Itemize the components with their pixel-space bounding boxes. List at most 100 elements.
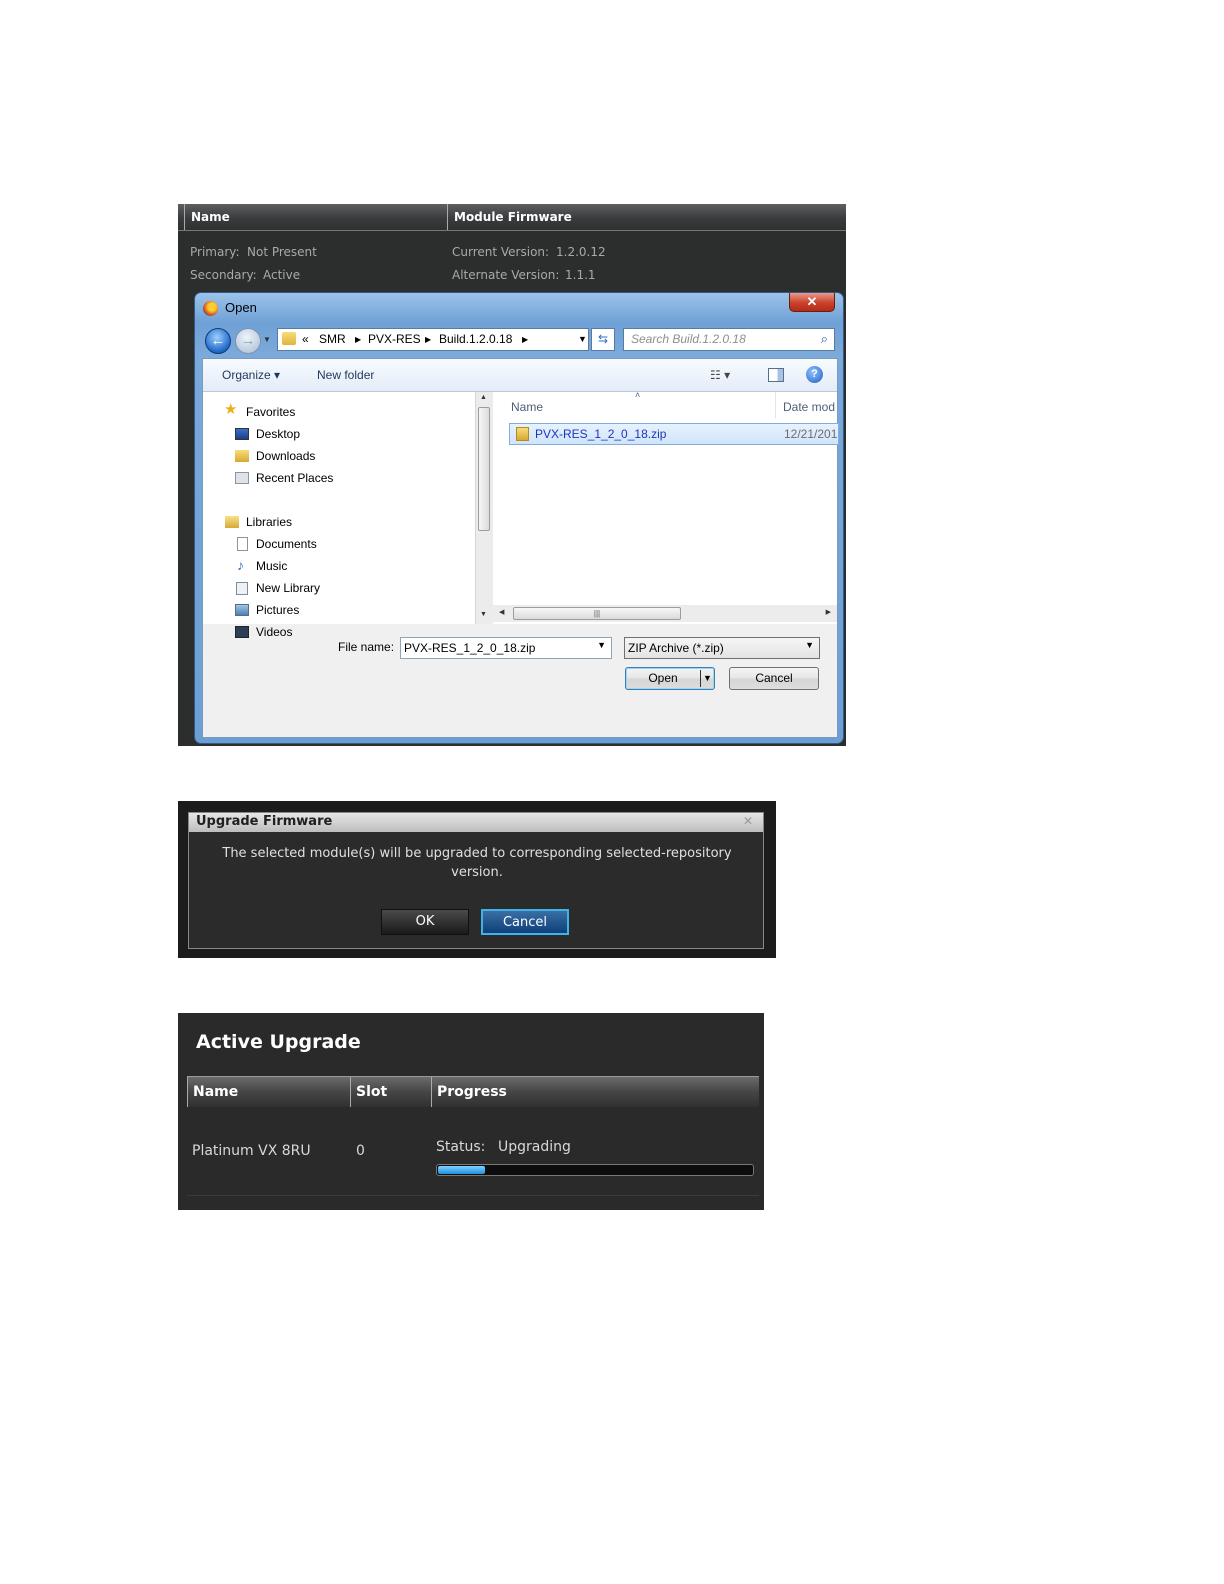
file-name-label: File name:	[338, 640, 395, 654]
address-dropdown-icon[interactable]: ▼	[578, 334, 587, 344]
close-icon[interactable]: ✕	[743, 814, 753, 828]
scrollbar-thumb[interactable]: |||	[513, 607, 681, 620]
favorites-label: Favorites	[246, 405, 296, 419]
column-name[interactable]: Name	[187, 1077, 350, 1107]
upgrade-message: The selected module(s) will be upgraded …	[222, 846, 732, 880]
firefox-icon	[203, 301, 218, 316]
nav-item-label: Videos	[256, 625, 293, 639]
organize-menu[interactable]: Organize ▾	[222, 368, 280, 382]
open-button-label: Open	[648, 671, 678, 685]
cancel-button[interactable]: Cancel	[481, 909, 569, 935]
refresh-button[interactable]: ⇆	[591, 328, 615, 351]
column-header-name[interactable]: Name	[511, 400, 543, 414]
nav-item-label: Desktop	[256, 427, 301, 441]
file-type-value: ZIP Archive (*.zip)	[628, 641, 724, 655]
chevron-down-icon[interactable]: ▼	[805, 640, 814, 650]
active-upgrade-panel: Active Upgrade Name Slot Progress Platin…	[178, 1013, 764, 1210]
nav-item-label: Recent Places	[256, 471, 334, 485]
file-date: 12/21/201	[784, 427, 838, 441]
preview-pane-icon[interactable]	[768, 368, 784, 382]
primary-value: Not Present	[247, 245, 317, 259]
file-type-select[interactable]: ZIP Archive (*.zip) ▼	[624, 637, 820, 659]
primary-label: Primary:	[190, 245, 240, 259]
close-button[interactable]: ✕	[789, 293, 835, 312]
upgrade-progress-bar	[436, 1164, 754, 1176]
column-divider[interactable]	[775, 392, 776, 418]
recent-pages-dropdown-icon[interactable]: ▼	[263, 335, 271, 344]
folder-icon	[282, 332, 296, 345]
chevron-right-icon[interactable]: ▶	[425, 335, 431, 344]
scroll-right-icon[interactable]: ▶	[826, 608, 831, 616]
navigation-pane: ★ Favorites Desktop Downloads Recent Pla…	[203, 392, 475, 624]
module-table-header: Name Module Firmware	[178, 204, 846, 231]
breadcrumb-overflow[interactable]: «	[302, 332, 309, 346]
libraries-icon	[225, 516, 239, 528]
breadcrumb-build[interactable]: Build.1.2.0.18	[439, 332, 512, 346]
dialog-body: Organize ▾ New folder ☷ ▾ ? ★ Favorites …	[202, 358, 839, 738]
forward-button[interactable]: →	[235, 328, 261, 354]
column-progress[interactable]: Progress	[431, 1077, 759, 1107]
open-file-dialog: Open ✕ ← → ▼ « SMR ▶ PVX-RES ▶ Build.1.2…	[194, 292, 844, 744]
dialog-title: Open	[225, 300, 257, 315]
help-icon[interactable]: ?	[806, 366, 823, 383]
file-list-horizontal-scrollbar[interactable]: ◀ ||| ▶	[493, 605, 837, 622]
upgrade-dialog-title: Upgrade Firmware	[196, 814, 333, 829]
star-icon: ★	[224, 401, 238, 418]
open-button[interactable]: Open ▼	[625, 667, 715, 690]
column-name[interactable]: Name	[184, 204, 448, 230]
scroll-down-icon[interactable]: ▼	[480, 611, 487, 618]
recent-places-icon	[235, 472, 249, 484]
new-folder-button[interactable]: New folder	[317, 368, 374, 382]
nav-item-label: Music	[256, 559, 288, 573]
split-divider	[700, 670, 701, 687]
breadcrumb-pvx-res[interactable]: PVX-RES	[368, 332, 421, 346]
slot-value: 0	[356, 1143, 365, 1159]
alternate-version-value: 1.1.1	[565, 268, 596, 282]
search-input[interactable]: Search Build.1.2.0.18 ⌕	[623, 328, 835, 351]
chevron-right-icon[interactable]: ▶	[355, 335, 361, 344]
column-header-date[interactable]: Date mod	[783, 400, 835, 414]
scrollbar-thumb[interactable]	[478, 407, 490, 531]
back-button[interactable]: ←	[205, 328, 231, 354]
music-icon: ♪	[237, 557, 244, 573]
search-placeholder: Search Build.1.2.0.18	[631, 332, 746, 346]
column-module-firmware[interactable]: Module Firmware	[447, 204, 846, 230]
sort-ascending-icon: ˄	[635, 390, 641, 400]
active-upgrade-table-header: Name Slot Progress	[187, 1076, 759, 1107]
chevron-down-icon[interactable]: ▼	[597, 640, 606, 650]
open-options-dropdown-icon[interactable]: ▼	[703, 668, 712, 689]
nav-pane-scrollbar[interactable]: ▲ ▼	[475, 392, 493, 624]
view-options-icon[interactable]: ☷ ▾	[710, 368, 730, 382]
secondary-value: Active	[263, 268, 301, 282]
active-upgrade-title: Active Upgrade	[196, 1031, 361, 1053]
column-slot[interactable]: Slot	[350, 1077, 431, 1107]
current-version-value: 1.2.0.12	[556, 245, 606, 259]
alternate-version-label: Alternate Version:	[452, 268, 560, 282]
breadcrumb-smr[interactable]: SMR	[319, 332, 346, 346]
file-name: PVX-RES_1_2_0_18.zip	[535, 427, 667, 441]
progress-fill	[438, 1166, 486, 1174]
upgrade-firmware-dialog: Upgrade Firmware ✕ The selected module(s…	[178, 801, 776, 958]
upgrade-dialog-frame: Upgrade Firmware ✕ The selected module(s…	[188, 812, 764, 949]
pictures-icon	[235, 604, 249, 616]
videos-icon	[235, 626, 249, 638]
desktop-icon	[235, 428, 249, 440]
chevron-right-icon[interactable]: ▶	[522, 335, 528, 344]
row-divider	[187, 1195, 759, 1196]
address-bar[interactable]: « SMR ▶ PVX-RES ▶ Build.1.2.0.18 ▶ ▼	[277, 328, 589, 351]
file-name-value: PVX-RES_1_2_0_18.zip	[404, 641, 536, 655]
status-label: Status:	[436, 1139, 486, 1155]
file-row[interactable]: PVX-RES_1_2_0_18.zip 12/21/201	[509, 423, 839, 445]
libraries-label: Libraries	[246, 515, 293, 529]
search-icon[interactable]: ⌕	[821, 331, 828, 347]
cancel-button[interactable]: Cancel	[729, 667, 819, 690]
nav-item-label: New Library	[256, 581, 321, 595]
status-value: Upgrading	[498, 1139, 571, 1155]
nav-item-label: Documents	[256, 537, 317, 551]
file-list-pane: Name ˄ Date mod PVX-RES_1_2_0_18.zip 12/…	[493, 390, 839, 624]
scroll-up-icon[interactable]: ▲	[480, 394, 487, 401]
secondary-label: Secondary:	[190, 268, 257, 282]
file-name-input[interactable]: PVX-RES_1_2_0_18.zip ▼	[400, 637, 612, 659]
ok-button[interactable]: OK	[381, 909, 469, 935]
scroll-left-icon[interactable]: ◀	[499, 608, 504, 616]
